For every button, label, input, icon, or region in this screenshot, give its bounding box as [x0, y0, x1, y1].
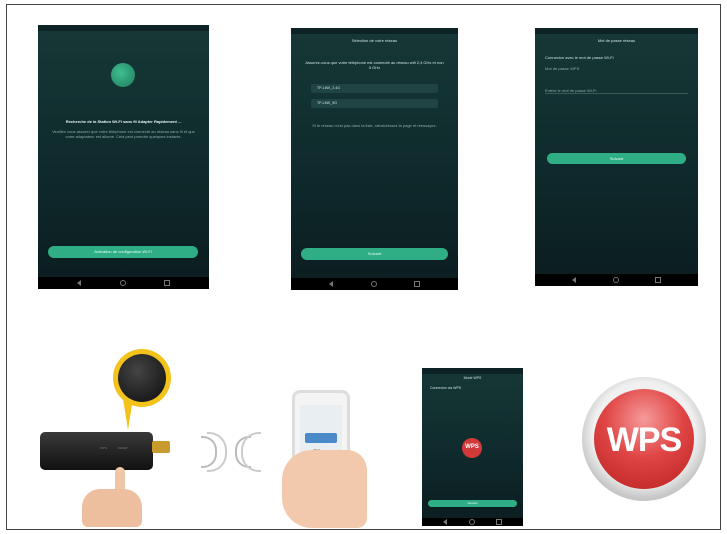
wps-header: Mode WPS [463, 376, 482, 380]
recents-nav-icon[interactable] [495, 519, 502, 525]
back-nav-icon[interactable] [76, 280, 81, 286]
next-button[interactable]: Suivant [428, 500, 517, 507]
search-description: Veuillez vous assurer que votre téléphon… [52, 129, 195, 139]
network-select-header: Sélection de votre réseau [351, 38, 398, 43]
wifi-adapter-device: WPS RESET [40, 432, 153, 470]
password-header: Mot de passe réseau [597, 38, 636, 43]
next-button[interactable]: Suivant [547, 153, 686, 164]
phone-screen-wps: Mode WPS Connexion via WPS WPS Suivant [422, 368, 523, 526]
home-nav-icon[interactable] [468, 519, 475, 525]
wifi-option-2[interactable]: TP-LINK_5G [311, 99, 438, 108]
back-nav-icon[interactable] [571, 277, 576, 283]
network-prompt: Assurez-vous que votre téléphone est con… [305, 60, 444, 70]
nav-bar [535, 274, 698, 286]
wps-option-1[interactable]: Connexion via WPS [430, 386, 510, 391]
hand-pressing-icon [77, 467, 147, 527]
password-option-1[interactable]: Connexion avec le mot de passe Wi-Fi [545, 55, 645, 60]
wps-button-zoom [113, 349, 171, 407]
wps-logo-icon: WPS [582, 377, 706, 501]
wps-logo-text: WPS [606, 421, 682, 459]
recents-nav-icon[interactable] [414, 281, 421, 287]
phone-screen-network-select: Sélection de votre réseau Assurez-vous q… [291, 28, 458, 290]
phone-screen-searching: Recherche de la Station Wi-Fi sans fil A… [38, 25, 209, 289]
search-spinner-icon [111, 63, 135, 87]
status-bar [291, 28, 458, 34]
nav-bar [291, 278, 458, 290]
home-nav-icon[interactable] [119, 280, 126, 286]
search-title: Recherche de la Station Wi-Fi sans fil A… [65, 119, 182, 124]
wps-button [118, 354, 166, 402]
back-nav-icon[interactable] [443, 519, 448, 525]
nav-bar [38, 277, 209, 289]
antenna-connector [152, 441, 170, 453]
nav-bar [422, 518, 523, 526]
back-nav-icon[interactable] [328, 281, 333, 287]
hand-holding-phone-icon: OK [282, 390, 377, 528]
wps-logo-inner: WPS [594, 389, 694, 489]
activate-wifi-config-button[interactable]: Activation de configuration Wi-Fi [48, 246, 198, 258]
home-nav-icon[interactable] [370, 281, 377, 287]
password-field[interactable]: Entrez le mot de passe Wi-Fi [545, 88, 688, 94]
wps-center-label: WPS [465, 444, 479, 450]
status-bar [422, 368, 523, 374]
next-button[interactable]: Suivant [301, 248, 448, 260]
wps-center-icon: WPS [462, 438, 482, 458]
status-bar [535, 28, 698, 34]
reset-port-label: RESET [118, 446, 129, 450]
recents-nav-icon[interactable] [655, 277, 662, 283]
phone-screen-password: Mot de passe réseau Connexion avec le mo… [535, 28, 698, 286]
status-bar [38, 25, 209, 31]
recents-nav-icon[interactable] [164, 280, 171, 286]
wifi-option-1[interactable]: TP-LINK_2.4G [311, 84, 438, 93]
network-note: Si le réseau n'est pas dans la liste, ra… [312, 123, 437, 128]
home-nav-icon[interactable] [612, 277, 619, 283]
signal-wave-icon [197, 430, 267, 472]
password-option-2[interactable]: Mot de passe WPS [545, 66, 645, 71]
wps-port-label: WPS [100, 446, 107, 450]
